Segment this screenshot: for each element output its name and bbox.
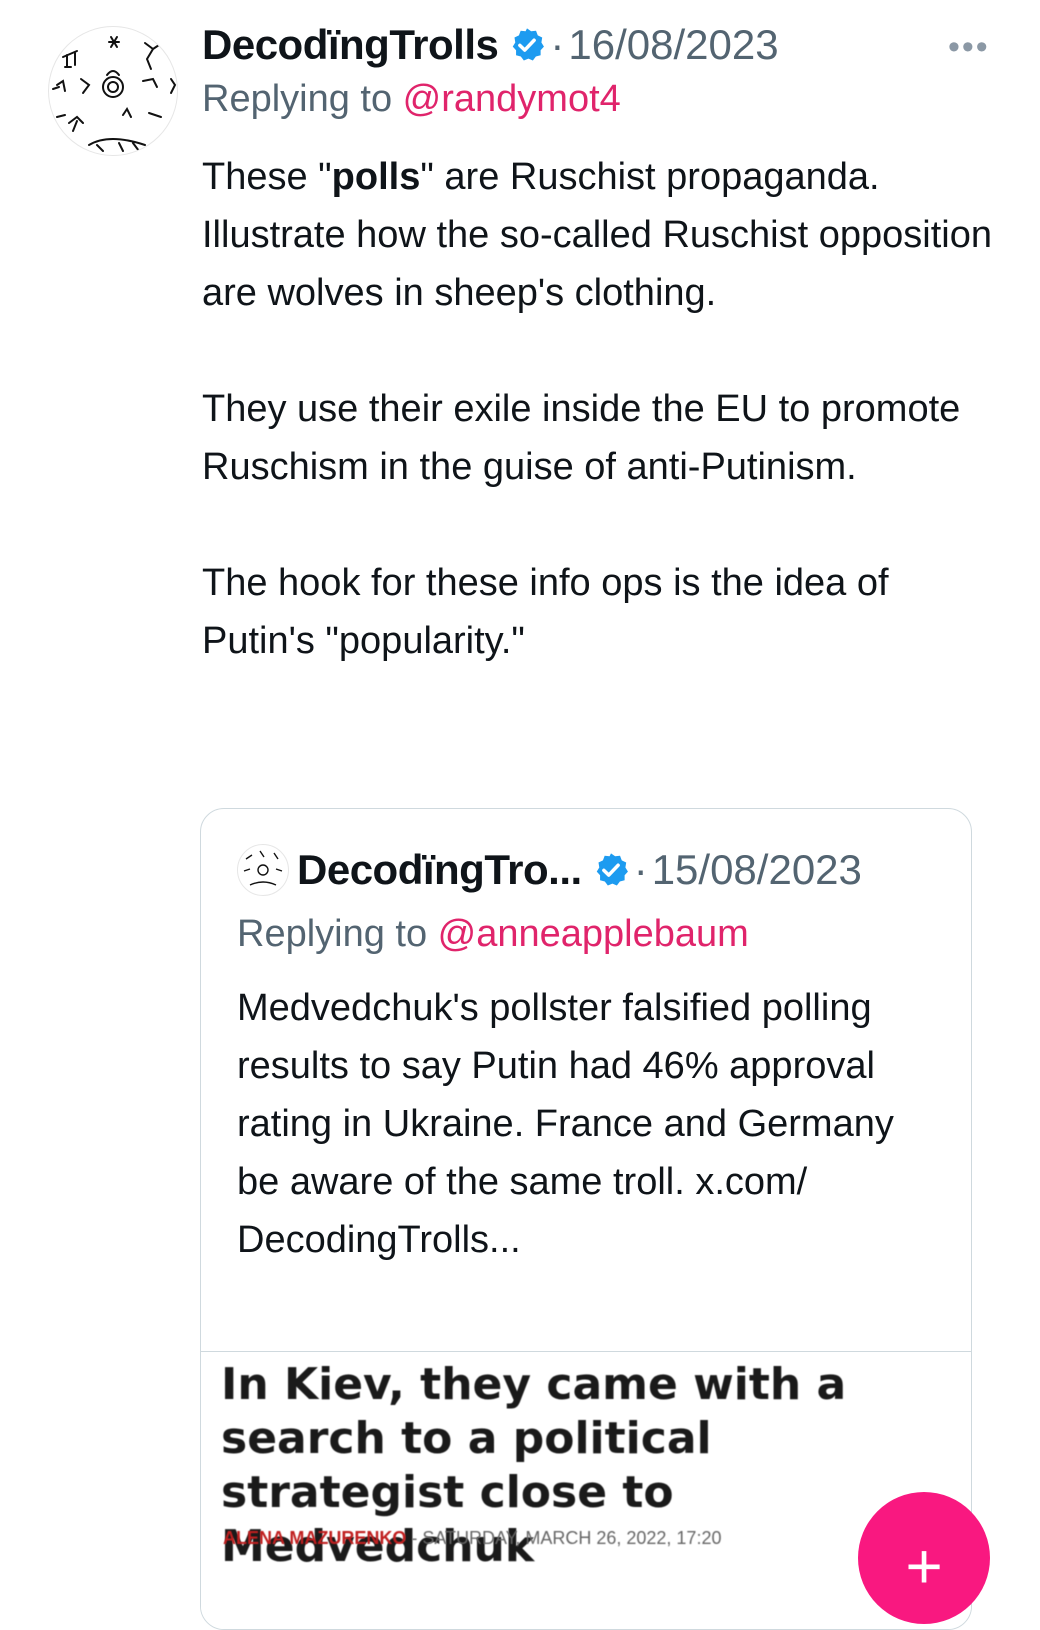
quoted-replying-prefix: Replying to xyxy=(237,913,438,955)
tweet-header: DecodïngTrolls · 16/08/2023 xyxy=(202,16,779,74)
quoted-tweet-header: DecodïngTro... · 15/08/2023 xyxy=(237,841,862,899)
compose-button[interactable]: + xyxy=(858,1492,990,1624)
author-name[interactable]: DecodïngTrolls xyxy=(202,21,499,69)
tweet-paragraph-2: They use their exile inside the EU to pr… xyxy=(202,388,961,488)
tweet-paragraph-1: These "polls" are Ruschist propaganda. I… xyxy=(202,148,992,322)
quoted-tweet[interactable]: DecodïngTro... · 15/08/2023 Replying to … xyxy=(200,808,972,1630)
verified-badge-icon xyxy=(592,851,630,889)
petroglyph-avatar-icon xyxy=(52,36,177,152)
verified-badge-icon xyxy=(508,26,546,64)
replying-prefix: Replying to xyxy=(202,78,403,120)
article-preview-image[interactable]: In Kiev, they came with a search to a po… xyxy=(201,1351,971,1629)
para1-before: These " xyxy=(202,156,332,198)
quoted-reply-mention-link[interactable]: @anneapplebaum xyxy=(438,913,749,955)
tweet-date[interactable]: 16/08/2023 xyxy=(568,21,778,69)
plus-icon: + xyxy=(905,1530,943,1602)
quoted-replying-to: Replying to @anneapplebaum xyxy=(237,913,749,956)
date-separator: · xyxy=(550,21,565,68)
replying-to: Replying to @randymot4 xyxy=(202,78,621,121)
article-author: ALENA MAZURENKO xyxy=(223,1528,407,1548)
petroglyph-avatar-icon xyxy=(243,850,283,886)
tweet-paragraph-3: The hook for these info ops is the idea … xyxy=(202,562,889,662)
article-byline: ALENA MAZURENKO - SATURDAY, MARCH 26, 20… xyxy=(223,1528,721,1549)
quoted-author-name[interactable]: DecodïngTro... xyxy=(297,846,582,894)
reply-mention-link[interactable]: @randymot4 xyxy=(403,78,621,120)
quoted-author-avatar[interactable] xyxy=(237,844,289,896)
more-dots-icon[interactable]: ••• xyxy=(948,28,990,67)
quoted-date-separator: · xyxy=(633,846,648,893)
tweet-text: These "polls" are Ruschist propaganda. I… xyxy=(202,148,992,670)
article-date: - SATURDAY, MARCH 26, 2022, 17:20 xyxy=(406,1528,722,1548)
author-avatar[interactable] xyxy=(48,26,178,156)
bold-word: polls xyxy=(331,156,421,198)
quoted-tweet-date[interactable]: 15/08/2023 xyxy=(652,846,862,894)
quoted-tweet-text: Medvedchuk's pollster falsified polling … xyxy=(237,987,894,1261)
